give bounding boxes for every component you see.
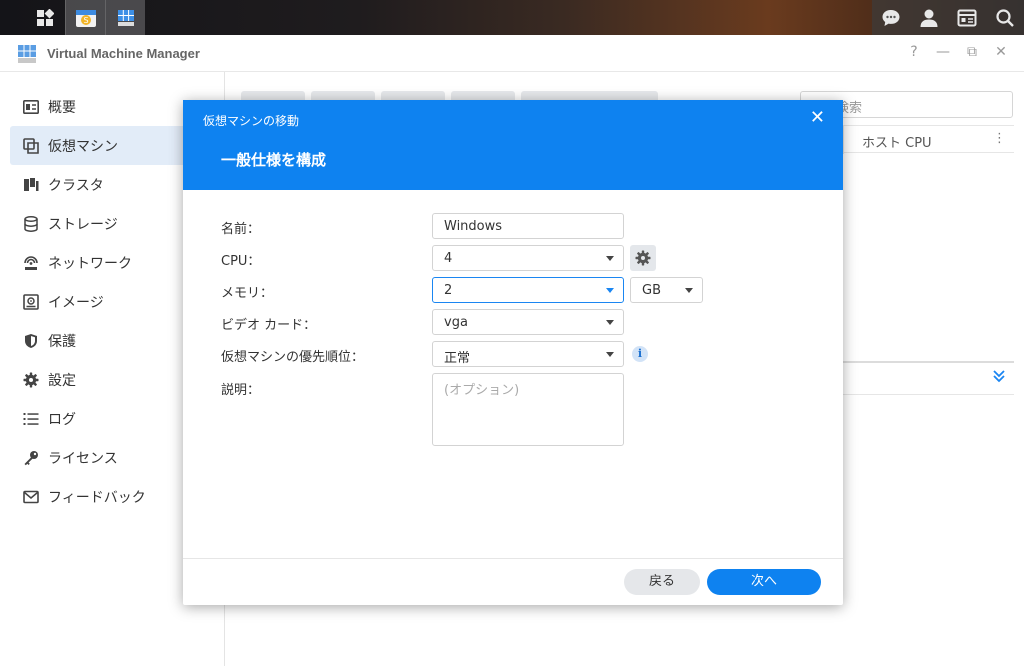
search-icon — [996, 8, 1014, 27]
help-button[interactable]: ? — [906, 44, 922, 60]
image-icon — [22, 293, 40, 311]
storage-icon — [22, 215, 40, 233]
chevron-down-icon — [685, 288, 693, 293]
dialog-footer: 戻る 次へ — [183, 558, 843, 605]
chat-icon — [882, 9, 900, 26]
grid-header: ホスト CPU ⋮ — [843, 125, 1014, 154]
detail-panel-bar — [843, 361, 1014, 395]
sidebar-item-label: クラスタ — [48, 177, 104, 194]
chevron-down-icon — [606, 256, 614, 261]
sidebar-item-label: ライセンス — [48, 450, 118, 467]
memory-label: メモリ： — [221, 286, 274, 301]
chevron-down-icon — [606, 352, 614, 357]
key-icon — [22, 449, 40, 467]
description-placeholder: (オプション) — [444, 383, 520, 398]
sidebar-item-label: 概要 — [48, 99, 76, 116]
cpu-select[interactable]: 4 — [432, 245, 624, 271]
column-host-cpu[interactable]: ホスト CPU — [862, 132, 932, 151]
sidebar-item-label: ストレージ — [48, 216, 118, 233]
vmm-icon — [117, 9, 134, 26]
dialog-title: 仮想マシンの移動 — [203, 114, 300, 128]
move-vm-dialog: 仮想マシンの移動 一般仕様を構成 ✕ 名前： Windows CPU： 4 メモ… — [183, 100, 843, 605]
priority-label: 仮想マシンの優先順位： — [221, 350, 365, 365]
taskbar-app-vmm[interactable] — [105, 0, 145, 35]
mail-icon — [22, 488, 40, 506]
virtual-machine-icon — [22, 137, 40, 155]
sidebar-item-label: イメージ — [48, 294, 104, 311]
expand-chevron-icon[interactable] — [992, 369, 1006, 387]
name-label: 名前： — [221, 222, 261, 237]
user-icon — [920, 9, 938, 27]
sidebar-item-label: ログ — [48, 411, 76, 428]
svg-text:S: S — [83, 16, 88, 25]
sidebar-item-label: ネットワーク — [48, 255, 132, 272]
search-button[interactable] — [986, 0, 1024, 35]
back-button[interactable]: 戻る — [624, 569, 700, 595]
widgets-button[interactable] — [948, 0, 986, 35]
priority-select[interactable]: 正常 — [432, 341, 624, 367]
minimize-button[interactable]: — — [935, 44, 951, 60]
memory-unit-select[interactable]: GB — [630, 277, 703, 303]
user-button[interactable] — [910, 0, 948, 35]
dialog-header: 仮想マシンの移動 一般仕様を構成 ✕ — [183, 100, 843, 190]
cpu-label: CPU： — [221, 254, 261, 269]
next-button[interactable]: 次へ — [707, 569, 821, 595]
grid-menu-icon — [37, 8, 54, 26]
cluster-icon — [22, 176, 40, 194]
column-menu-button[interactable]: ⋮ — [993, 131, 1006, 146]
window-title: Virtual Machine Manager — [47, 46, 200, 61]
restore-button[interactable]: ⧉ — [964, 44, 980, 60]
close-window-button[interactable]: ✕ — [993, 44, 1009, 60]
main-menu-button[interactable] — [25, 0, 65, 35]
cpu-settings-button[interactable] — [630, 245, 656, 271]
sidebar-item-label: 設定 — [48, 372, 76, 389]
description-label: 説明： — [221, 383, 261, 398]
gear-icon — [635, 250, 651, 266]
sidebar-item-label: 保護 — [48, 333, 76, 350]
widgets-icon — [957, 9, 977, 26]
chevron-down-icon — [606, 288, 614, 293]
overview-icon — [22, 98, 40, 116]
name-input[interactable]: Windows — [432, 213, 624, 239]
description-textarea[interactable]: (オプション) — [432, 373, 624, 446]
chat-button[interactable] — [872, 0, 910, 35]
video-card-select[interactable]: vga — [432, 309, 624, 335]
package-center-icon: S — [75, 9, 96, 27]
taskbar-app-package-center[interactable]: S — [65, 0, 105, 35]
vmm-app-icon — [18, 45, 36, 63]
dialog-close-button[interactable]: ✕ — [810, 109, 825, 127]
network-icon — [22, 254, 40, 272]
shield-icon — [22, 332, 40, 350]
chevron-down-icon — [606, 320, 614, 325]
gear-icon — [22, 371, 40, 389]
taskbar: S — [0, 0, 1024, 35]
video-card-label: ビデオ カード： — [221, 318, 317, 333]
taskbar-left: S — [25, 0, 145, 35]
taskbar-right — [872, 0, 1024, 35]
sidebar-item-label: フィードバック — [48, 489, 146, 506]
info-icon[interactable]: i — [632, 346, 648, 362]
memory-select[interactable]: 2 — [432, 277, 624, 303]
window-controls: ? — ⧉ ✕ — [906, 44, 1009, 60]
log-list-icon — [22, 410, 40, 428]
dialog-step-title: 一般仕様を構成 — [221, 151, 327, 169]
window-titlebar: Virtual Machine Manager ? — ⧉ ✕ — [0, 35, 1024, 72]
sidebar-item-label: 仮想マシン — [48, 138, 118, 155]
